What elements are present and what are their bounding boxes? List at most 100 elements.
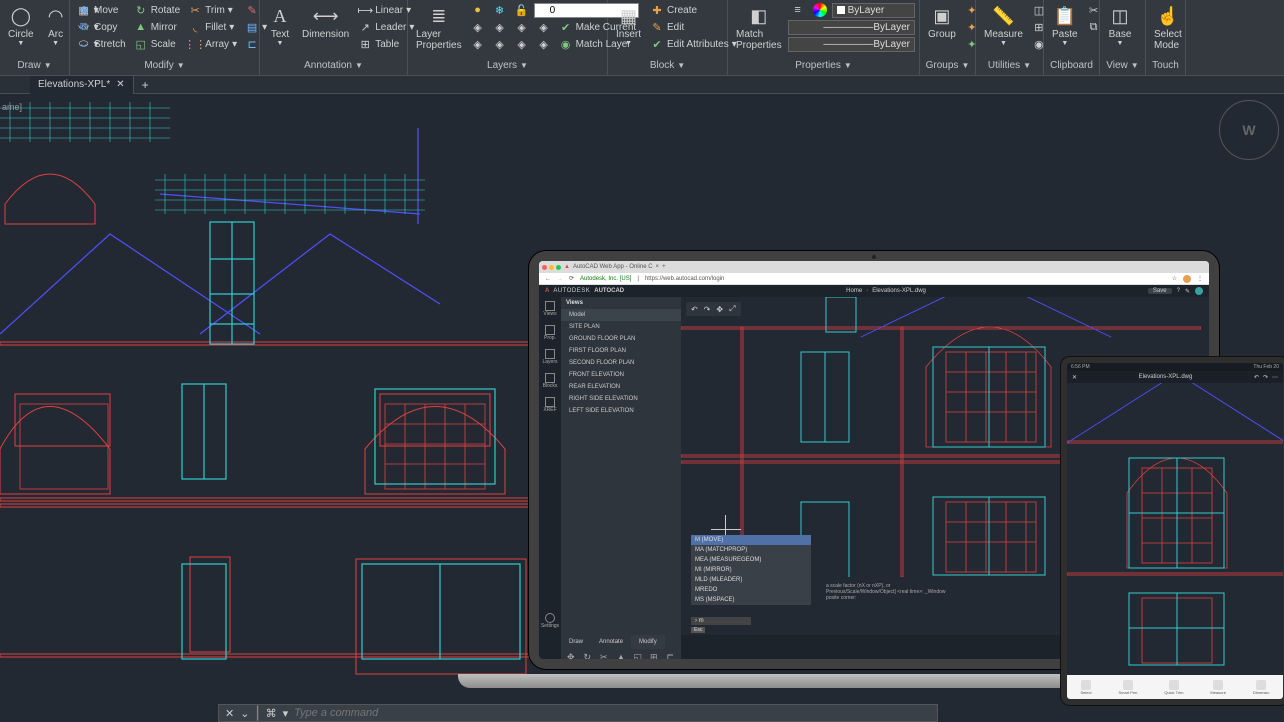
layer-state-2[interactable]: ❄ [490,2,510,18]
more-icon[interactable]: ⋯ [1272,374,1278,381]
nav-blocks[interactable]: Blocks [543,373,558,389]
array-button[interactable]: ⋮⋮Array ▾ [185,36,240,52]
redo-icon[interactable]: ↷ [1263,374,1268,381]
view-item[interactable]: FIRST FLOOR PLAN [561,345,681,357]
command-line[interactable]: ✕ ⌄ | ⌘ ▾ [218,704,938,722]
layer-tool-5[interactable]: ◈ [468,36,488,52]
traffic-lights[interactable] [542,265,561,270]
edit-attributes-button[interactable]: ✔Edit Attributes ▾ [647,36,740,52]
close-icon[interactable]: ✕ [116,79,124,90]
forward-icon[interactable]: → [557,276,563,282]
tablet-tool-quicktrim[interactable]: Quick Trim [1164,680,1183,695]
color-button[interactable] [810,2,830,18]
array-tool-icon[interactable]: ⊞ [650,652,659,659]
text-button[interactable]: A Text ▼ [264,2,296,49]
esc-button[interactable]: Esc [691,627,705,633]
view-item[interactable]: SECOND FLOOR PLAN [561,357,681,369]
lineweight-button[interactable]: ≡ [788,2,808,18]
tablet-tool-measure[interactable]: Measure [1210,680,1226,695]
chevron-down-icon[interactable]: ▾ [283,707,289,720]
tablet-tool-select[interactable]: Select [1080,680,1091,695]
profile-icon[interactable] [1183,275,1191,283]
edit-button[interactable]: ✎Edit [647,19,740,35]
undo-icon[interactable]: ↶ [1254,374,1259,381]
layer-state-1[interactable]: ● [468,2,488,18]
view-item[interactable]: RIGHT SIDE ELEVATION [561,393,681,405]
move-tool-icon[interactable]: ✥ [567,652,576,659]
add-tab-button[interactable]: + [134,78,157,92]
scale-button[interactable]: ◱Scale [131,36,183,52]
close-icon[interactable]: ✕ [1072,374,1077,381]
tab-draw[interactable]: Draw [561,635,591,649]
base-button[interactable]: ◫ Base ▼ [1104,2,1136,49]
layer-tool-8[interactable]: ◈ [534,36,554,52]
autocomplete-item[interactable]: M (MOVE) [691,535,811,545]
view-item[interactable]: GROUND FLOOR PLAN [561,333,681,345]
layer-tool-2[interactable]: ◈ [490,19,510,35]
arc-button[interactable]: ◠ Arc ▼ [40,2,72,49]
layer-tool-3[interactable]: ◈ [512,19,532,35]
dimension-button[interactable]: ⟷ Dimension [298,2,353,42]
linetype-dropdown[interactable]: ————— ByLayer [788,37,915,52]
lineweight-dropdown[interactable]: ————— ByLayer [788,20,915,35]
autocomplete-item[interactable]: MEA (MEASUREGEOM) [691,555,811,565]
insert-button[interactable]: ▦ Insert ▼ [612,2,645,49]
scale-tool-icon[interactable]: ◱ [633,652,642,659]
paste-button[interactable]: 📋 Paste ▼ [1048,2,1082,49]
browser-tab-label[interactable]: AutoCAD Web App - Online C [573,264,653,270]
view-item[interactable]: REAR ELEVATION [561,381,681,393]
autocomplete-item[interactable]: MREDO [691,585,811,595]
view-item-model[interactable]: Model [561,309,681,321]
fillet-button[interactable]: ◟Fillet ▾ [185,19,240,35]
avatar[interactable] [1195,287,1203,295]
breadcrumb-file[interactable]: Elevations-XPL.dwg [872,288,926,294]
nav-views[interactable]: Views [543,301,556,317]
view-item[interactable]: FRONT ELEVATION [561,369,681,381]
layer-tool-6[interactable]: ◈ [490,36,510,52]
layer-tool-1[interactable]: ◈ [468,19,488,35]
rotate-button[interactable]: ↻Rotate [131,2,183,18]
star-icon[interactable]: ☆ [1172,275,1177,282]
rotate-tool-icon[interactable]: ↻ [584,652,593,659]
layer-tool-4[interactable]: ◈ [534,19,554,35]
autocomplete-item[interactable]: MA (MATCHPROP) [691,545,811,555]
command-input[interactable] [294,707,931,719]
view-item[interactable]: SITE PLAN [561,321,681,333]
new-tab-button[interactable]: + [662,264,666,270]
group-button[interactable]: ▣ Group [924,2,960,42]
select-mode-button[interactable]: ☝ Select Mode [1150,2,1186,53]
help-icon[interactable]: ? [1177,288,1180,294]
layer-state-3[interactable]: 🔓 [512,2,532,18]
measure-button[interactable]: 📏 Measure ▼ [980,2,1027,49]
layer-tool-7[interactable]: ◈ [512,36,532,52]
save-button[interactable]: Save [1148,288,1172,294]
circle-button[interactable]: ◯ Circle ▼ [4,2,38,49]
menu-icon[interactable]: ⋮ [1197,275,1203,282]
layer-properties-button[interactable]: ≣ Layer Properties [412,2,466,53]
viewcube[interactable]: W [1219,100,1279,160]
close-icon[interactable]: × [656,264,660,270]
stretch-button[interactable]: ↔Stretch [74,36,129,52]
trim-button[interactable]: ✂Trim ▾ [185,2,240,18]
create-button[interactable]: ✚Create [647,2,740,18]
nav-properties[interactable]: Prop. [544,325,556,341]
file-tab[interactable]: Elevations-XPL* ✕ [30,76,134,94]
nav-layers[interactable]: Layers [542,349,557,365]
back-icon[interactable]: ← [545,276,551,282]
close-icon[interactable]: ✕ [225,707,234,720]
match-properties-button[interactable]: ◧ Match Properties [732,2,786,53]
offset-tool-icon[interactable]: ⊏ [667,652,676,659]
feedback-icon[interactable]: ✎ [1185,288,1190,295]
nav-xref[interactable]: XREF [543,397,556,413]
move-button[interactable]: ✥Move [74,2,129,18]
view-item[interactable]: LEFT SIDE ELEVATION [561,405,681,417]
reload-icon[interactable]: ⟳ [569,275,574,282]
copy-button[interactable]: ⧉Copy [74,19,129,35]
customize-icon[interactable]: ⌄ [240,707,249,720]
command-input[interactable]: › m [691,617,751,625]
tab-modify[interactable]: Modify [631,635,665,649]
autocomplete-item[interactable]: MS (MSPACE) [691,595,811,605]
breadcrumb-home[interactable]: Home [846,288,862,294]
nav-settings[interactable]: Settings [541,613,559,629]
tablet-tool-smartpen[interactable]: Smart Pen [1119,680,1138,695]
